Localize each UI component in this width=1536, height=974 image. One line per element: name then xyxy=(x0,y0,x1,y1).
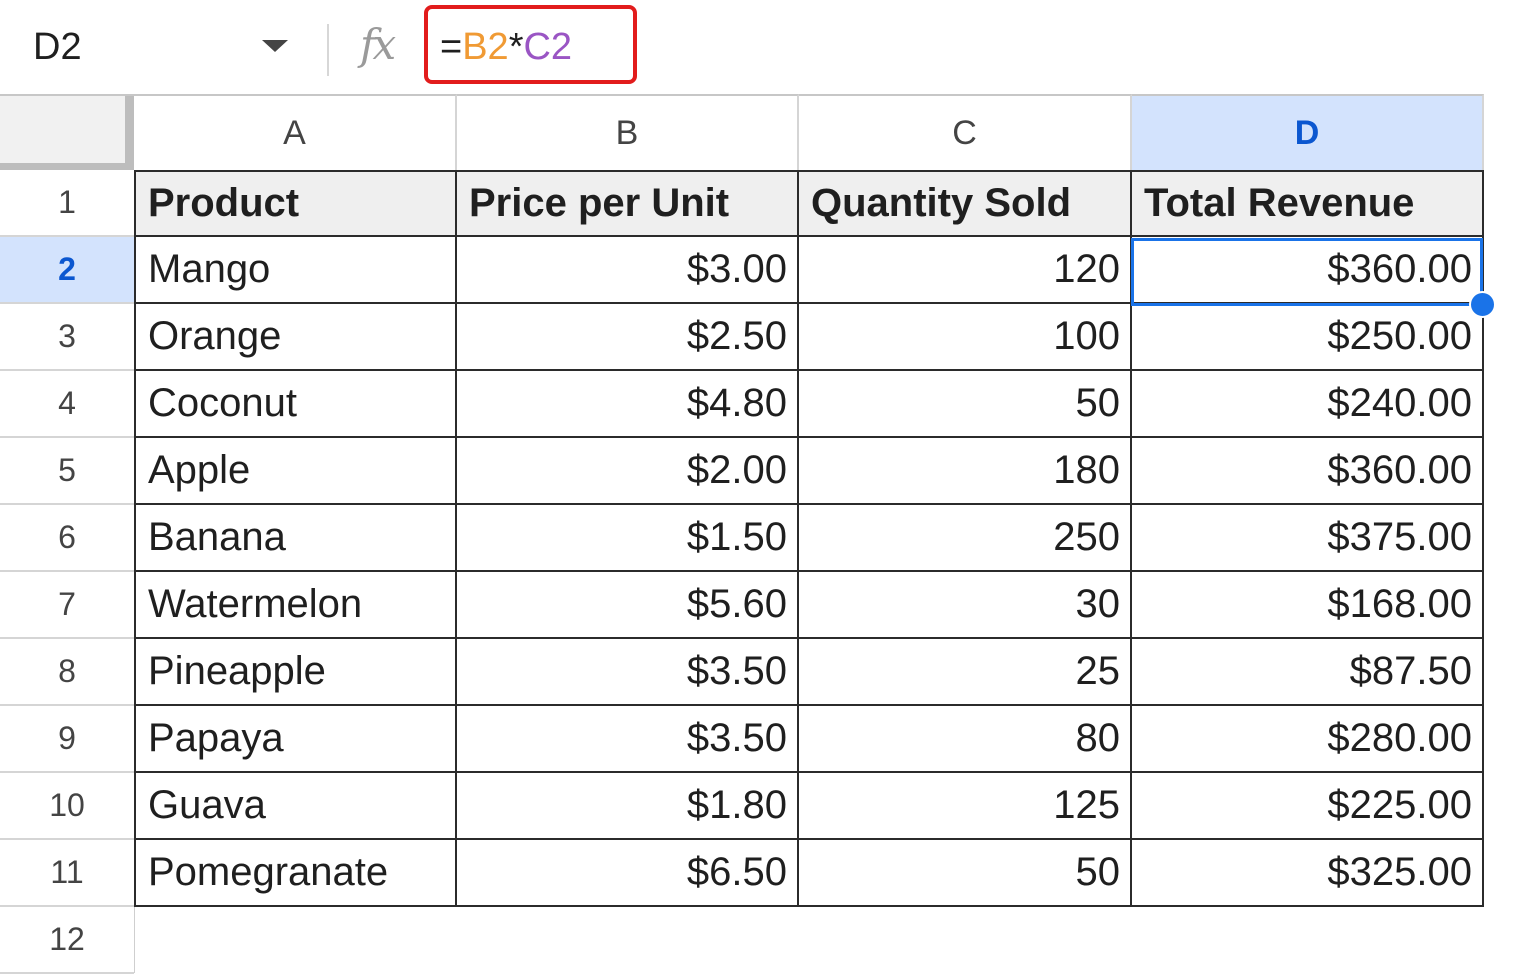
table-cell[interactable]: 100 xyxy=(799,304,1132,371)
table-cell[interactable]: 30 xyxy=(799,572,1132,639)
row-header-9[interactable]: 9 xyxy=(0,706,134,773)
table-cell[interactable]: $3.50 xyxy=(457,639,799,706)
formula-bar: D2 fx =B2*C2 xyxy=(0,0,1536,94)
table-cell[interactable]: 50 xyxy=(799,840,1132,907)
table-cell[interactable]: $250.00 xyxy=(1132,304,1484,371)
table-header-cell[interactable]: Quantity Sold xyxy=(799,172,1132,237)
row-header-1[interactable]: 1 xyxy=(0,170,134,237)
column-header-c[interactable]: C xyxy=(799,94,1132,170)
table-cell[interactable]: Banana xyxy=(134,505,457,572)
column-header-d[interactable]: D xyxy=(1132,94,1484,170)
fx-icon: fx xyxy=(360,20,396,69)
table-cell[interactable]: Apple xyxy=(134,438,457,505)
table-cell[interactable]: $225.00 xyxy=(1132,773,1484,840)
table-cell[interactable]: 250 xyxy=(799,505,1132,572)
table-cell[interactable]: 80 xyxy=(799,706,1132,773)
select-all-corner[interactable] xyxy=(0,94,134,170)
formula-bar-divider xyxy=(327,24,329,76)
row-header-3[interactable]: 3 xyxy=(0,304,134,371)
table-cell[interactable]: 120 xyxy=(799,237,1132,304)
formula-equals: = xyxy=(440,26,463,68)
formula-operator: * xyxy=(508,26,524,68)
table-cell[interactable]: $2.50 xyxy=(457,304,799,371)
table-header-cell[interactable]: Price per Unit xyxy=(457,172,799,237)
corner-shade-vertical xyxy=(125,96,134,170)
table-cell[interactable]: $1.80 xyxy=(457,773,799,840)
table-cell[interactable]: Guava xyxy=(134,773,457,840)
corner-shade-horizontal xyxy=(0,163,134,170)
table-cell[interactable]: $3.50 xyxy=(457,706,799,773)
table-cell[interactable]: 125 xyxy=(799,773,1132,840)
table-cell[interactable]: $360.00 xyxy=(1132,237,1484,304)
name-box-ref: D2 xyxy=(33,26,82,68)
table-cell[interactable]: $375.00 xyxy=(1132,505,1484,572)
table-cell[interactable]: Coconut xyxy=(134,371,457,438)
table-cell[interactable]: Mango xyxy=(134,237,457,304)
table-cell[interactable]: $5.60 xyxy=(457,572,799,639)
row-header-4[interactable]: 4 xyxy=(0,371,134,438)
row-header-5[interactable]: 5 xyxy=(0,438,134,505)
fill-handle[interactable] xyxy=(1469,291,1496,318)
formula-input[interactable]: =B2*C2 xyxy=(440,26,572,69)
row-header-10[interactable]: 10 xyxy=(0,773,134,840)
table-cell[interactable]: 50 xyxy=(799,371,1132,438)
formula-ref-c2: C2 xyxy=(523,26,573,68)
table-cell[interactable]: Pomegranate xyxy=(134,840,457,907)
table-cell[interactable]: 180 xyxy=(799,438,1132,505)
table-cell[interactable]: $1.50 xyxy=(457,505,799,572)
row-header-7[interactable]: 7 xyxy=(0,572,134,639)
chevron-down-icon[interactable] xyxy=(262,40,288,52)
table-cell[interactable]: $240.00 xyxy=(1132,371,1484,438)
table-header-cell[interactable]: Total Revenue xyxy=(1132,172,1484,237)
table-cell[interactable]: $360.00 xyxy=(1132,438,1484,505)
name-box[interactable]: D2 xyxy=(0,0,318,94)
column-header-a[interactable]: A xyxy=(134,94,457,170)
table-cell[interactable]: $280.00 xyxy=(1132,706,1484,773)
table-cell[interactable]: Pineapple xyxy=(134,639,457,706)
formula-ref-b2: B2 xyxy=(462,26,509,68)
column-header-b[interactable]: B xyxy=(457,94,799,170)
table-cell[interactable]: 25 xyxy=(799,639,1132,706)
row-header-11[interactable]: 11 xyxy=(0,840,134,907)
table-cell[interactable]: Orange xyxy=(134,304,457,371)
table-header-cell[interactable]: Product xyxy=(134,172,457,237)
row-header-6[interactable]: 6 xyxy=(0,505,134,572)
table-cell[interactable]: Papaya xyxy=(134,706,457,773)
row-header-12[interactable]: 12 xyxy=(0,907,134,974)
table-cell[interactable]: $2.00 xyxy=(457,438,799,505)
table-cell[interactable]: $87.50 xyxy=(1132,639,1484,706)
table-cell[interactable]: $168.00 xyxy=(1132,572,1484,639)
row-header-2[interactable]: 2 xyxy=(0,237,134,304)
table-cell[interactable]: $6.50 xyxy=(457,840,799,907)
table-cell[interactable]: $3.00 xyxy=(457,237,799,304)
table-cell[interactable]: Watermelon xyxy=(134,572,457,639)
table-cell[interactable]: $325.00 xyxy=(1132,840,1484,907)
row-header-8[interactable]: 8 xyxy=(0,639,134,706)
spreadsheet-grid: A B C D 1 2 3 4 5 6 7 8 9 10 11 12 Product Price per Unit… xyxy=(0,94,1536,974)
table-cell[interactable]: $4.80 xyxy=(457,371,799,438)
